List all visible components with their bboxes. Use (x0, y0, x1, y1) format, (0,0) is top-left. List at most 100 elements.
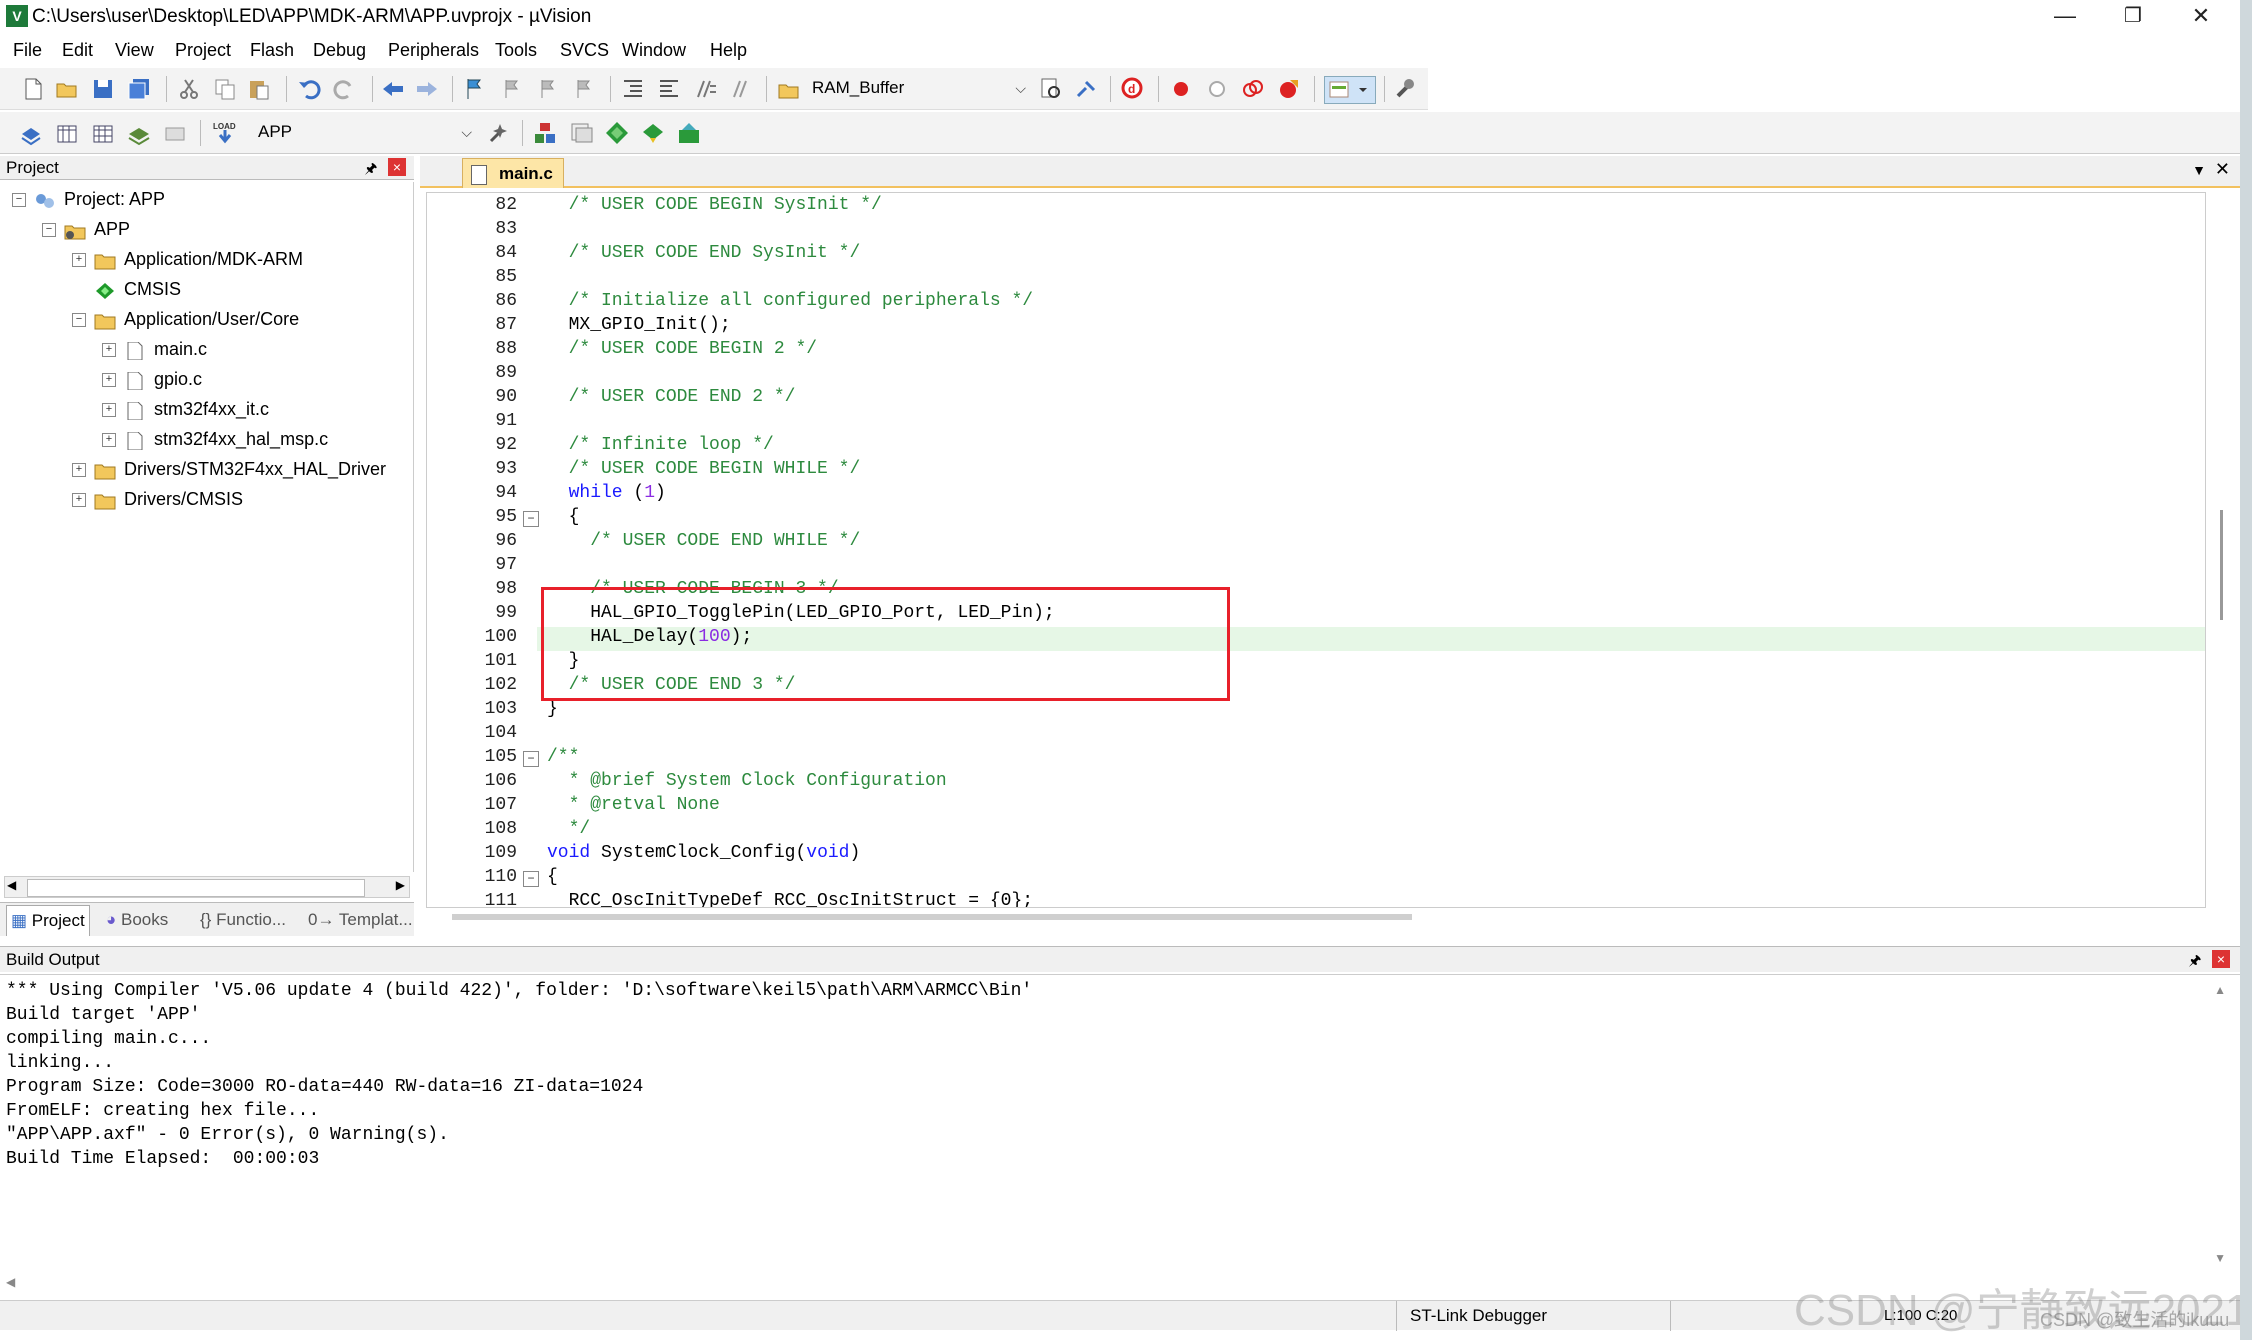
paste-icon[interactable] (246, 76, 272, 102)
window-layout-dropdown[interactable] (1324, 76, 1376, 104)
rebuild-icon[interactable] (90, 120, 116, 146)
tab-project[interactable]: ▦ Project (6, 905, 90, 936)
tab-books[interactable]: ◕ Books (102, 905, 172, 935)
tree-item-main-c[interactable]: + main.c (102, 336, 207, 362)
indent-icon[interactable] (620, 76, 646, 102)
expand-icon[interactable]: + (72, 493, 86, 508)
scroll-up-icon[interactable]: ▲ (2214, 983, 2226, 997)
editor-horizontal-scrollbar[interactable] (452, 914, 1412, 920)
minimize-button[interactable]: — (2032, 0, 2098, 34)
menu-window[interactable]: Window (622, 40, 686, 61)
debug-session-icon[interactable]: d (1120, 76, 1146, 102)
scroll-down-icon[interactable]: ▼ (2214, 1251, 2226, 1265)
incremental-find-icon[interactable] (1074, 76, 1100, 102)
uncomment-icon[interactable] (728, 76, 754, 102)
redo-icon[interactable] (332, 76, 358, 102)
menu-file[interactable]: File (13, 40, 42, 61)
bookmark-prev-icon[interactable] (498, 76, 524, 102)
find-icon[interactable] (1038, 76, 1064, 102)
pin-icon[interactable]: 🖈 (362, 158, 380, 176)
tree-item-drivers-hal[interactable]: + Drivers/STM32F4xx_HAL_Driver (72, 456, 386, 482)
expand-icon[interactable]: + (72, 253, 86, 268)
kill-all-breakpoints-icon[interactable] (1276, 76, 1302, 102)
fold-collapse-icon[interactable]: − (523, 751, 539, 767)
menu-help[interactable]: Help (710, 40, 747, 61)
menu-view[interactable]: View (115, 40, 154, 61)
bookmark-next-icon[interactable] (534, 76, 560, 102)
tree-item-stm32f4xx-hal-msp-c[interactable]: + stm32f4xx_hal_msp.c (102, 426, 328, 452)
tab-functions[interactable]: {} Functio... (196, 905, 290, 935)
stop-build-icon[interactable] (162, 120, 188, 146)
file-extensions-icon[interactable] (568, 120, 594, 146)
expand-icon[interactable]: + (102, 403, 116, 418)
tree-item-gpio-c[interactable]: + gpio.c (102, 366, 202, 392)
menu-peripherals[interactable]: Peripherals (388, 40, 479, 61)
restore-button[interactable]: ❐ (2100, 0, 2166, 34)
pack-installer-icon[interactable] (676, 120, 702, 146)
expand-icon[interactable]: + (102, 343, 116, 358)
new-file-icon[interactable] (20, 76, 46, 102)
comment-icon[interactable] (692, 76, 718, 102)
save-all-icon[interactable] (126, 76, 152, 102)
bookmark-icon[interactable] (462, 76, 488, 102)
target-combo[interactable]: RAM_Buffer ⌵ (806, 75, 1030, 103)
open-folder-icon[interactable] (54, 76, 80, 102)
menu-svcs[interactable]: SVCS (560, 40, 609, 61)
select-packs-icon[interactable] (604, 120, 630, 146)
tree-item-project-app[interactable]: − Project: APP (12, 186, 165, 212)
close-build-output-button[interactable]: × (2212, 950, 2230, 968)
manage-run-time-icon[interactable] (640, 120, 666, 146)
navigate-forward-icon[interactable] (414, 76, 440, 102)
build-output-text[interactable]: *** Using Compiler 'V5.06 update 4 (buil… (0, 974, 2240, 1294)
configure-wrench-icon[interactable] (1392, 76, 1418, 102)
target-options-icon[interactable] (486, 120, 512, 146)
project-horizontal-scrollbar[interactable]: ◀ ▶ (4, 876, 410, 898)
menu-tools[interactable]: Tools (495, 40, 537, 61)
editor-vertical-scrollbar[interactable] (2218, 200, 2226, 900)
find-in-files-icon[interactable] (776, 76, 802, 102)
pin-icon[interactable]: 🖈 (2186, 950, 2204, 968)
undo-icon[interactable] (296, 76, 322, 102)
download-load-icon[interactable]: LOAD (212, 120, 238, 146)
tab-templates[interactable]: 0→ Templat... (304, 905, 417, 935)
expand-icon[interactable]: + (102, 373, 116, 388)
menu-debug[interactable]: Debug (313, 40, 366, 61)
tree-item-stm32f4xx-it-c[interactable]: + stm32f4xx_it.c (102, 396, 269, 422)
bookmark-clear-icon[interactable] (570, 76, 596, 102)
collapse-icon[interactable]: − (42, 223, 56, 238)
fold-collapse-icon[interactable]: − (523, 871, 539, 887)
expand-icon[interactable]: + (102, 433, 116, 448)
close-panel-button[interactable]: × (388, 158, 406, 176)
cut-icon[interactable] (176, 76, 202, 102)
tree-item-cmsis[interactable]: CMSIS (72, 276, 181, 302)
tab-main-c[interactable]: main.c (462, 158, 564, 188)
scroll-left-icon[interactable]: ◀ (6, 1275, 15, 1289)
build-icon[interactable] (54, 120, 80, 146)
code-editor[interactable]: 82 83 84 85 86 87 88 89 90 91 92 93 94 95−96 97 98 99 100… (426, 192, 2206, 908)
project-target-combo[interactable]: APP ⌵ (252, 119, 476, 147)
tree-item-target-app[interactable]: − APP (42, 216, 130, 242)
fold-collapse-icon[interactable]: − (523, 511, 539, 527)
collapse-icon[interactable]: − (72, 313, 86, 328)
menu-flash[interactable]: Flash (250, 40, 294, 61)
copy-icon[interactable] (212, 76, 238, 102)
collapse-icon[interactable]: − (12, 193, 26, 208)
tab-list-dropdown-icon[interactable]: ▼ (2192, 162, 2206, 178)
translate-icon[interactable] (18, 120, 44, 146)
menu-edit[interactable]: Edit (62, 40, 93, 61)
unindent-icon[interactable] (656, 76, 682, 102)
disable-all-breakpoints-icon[interactable] (1240, 76, 1266, 102)
close-tab-icon[interactable]: ✕ (2215, 159, 2230, 180)
scroll-thumb[interactable] (27, 879, 365, 897)
manage-project-items-icon[interactable] (532, 120, 558, 146)
tree-item-application-user-core[interactable]: − Application/User/Core (72, 306, 299, 332)
close-window-button[interactable]: ✕ (2168, 0, 2234, 34)
save-icon[interactable] (90, 76, 116, 102)
expand-icon[interactable]: + (72, 463, 86, 478)
navigate-back-icon[interactable] (380, 76, 406, 102)
scroll-thumb[interactable] (2220, 510, 2223, 620)
batch-build-icon[interactable] (126, 120, 152, 146)
breakpoint-icon[interactable] (1168, 76, 1194, 102)
tree-item-application-mdk-arm[interactable]: + Application/MDK-ARM (72, 246, 303, 272)
disable-breakpoint-icon[interactable] (1204, 76, 1230, 102)
